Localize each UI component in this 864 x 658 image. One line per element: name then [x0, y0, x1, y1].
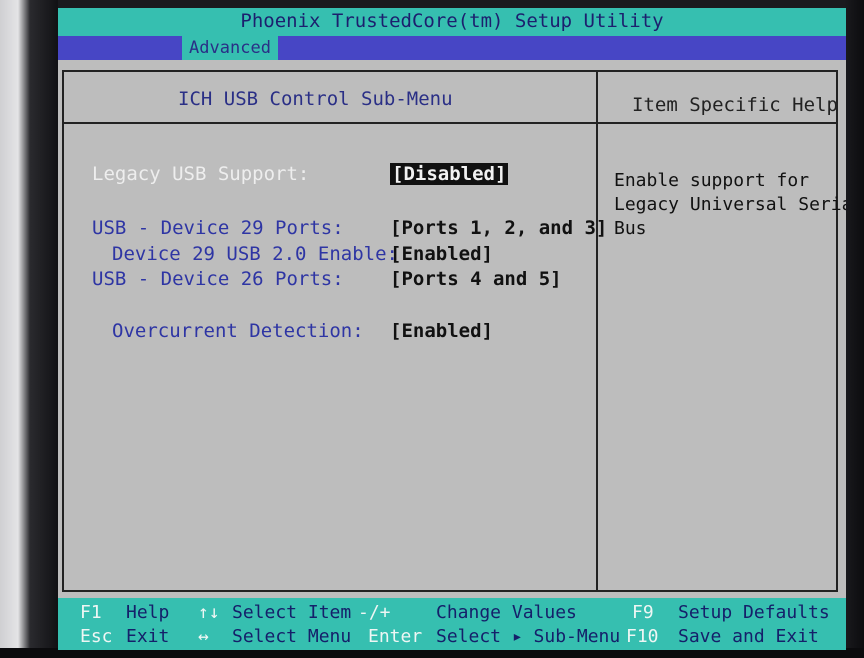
usb-device-26-ports-value[interactable]: [Ports 4 and 5] — [390, 268, 562, 290]
app-title: Phoenix TrustedCore(tm) Setup Utility — [240, 10, 664, 32]
panel-divider-vertical — [596, 70, 598, 592]
monitor-bezel-left — [0, 0, 58, 658]
legacy-usb-support-selected-value[interactable]: [Disabled] — [390, 163, 509, 185]
usb-device-29-ports-value[interactable]: [Ports 1, 2, and 3] — [390, 217, 607, 239]
enter-key: Enter — [368, 626, 423, 647]
help-title: Item Specific Help — [632, 94, 838, 116]
usb-device-26-ports-label[interactable]: USB - Device 26 Ports: — [92, 268, 344, 290]
overcurrent-detection-value[interactable]: [Enabled] — [390, 320, 493, 342]
submenu-title: ICH USB Control Sub-Menu — [178, 88, 453, 110]
legacy-usb-support-value[interactable]: [Disabled] — [390, 163, 509, 185]
setup-defaults-key-label: Setup Defaults — [678, 602, 830, 623]
device-29-usb2-enable-label[interactable]: Device 29 USB 2.0 Enable: — [112, 243, 398, 265]
overcurrent-detection-label[interactable]: Overcurrent Detection: — [112, 320, 364, 342]
menu-bar: Advanced — [58, 36, 846, 60]
help-text-line: Enable support for — [614, 170, 810, 191]
save-and-exit-key-label: Save and Exit — [678, 626, 819, 647]
help-text-line: Bus — [614, 218, 647, 239]
bios-screen: Phoenix TrustedCore(tm) Setup Utility Ad… — [58, 8, 846, 650]
panel-divider-horizontal — [62, 122, 838, 124]
f9-key: F9 — [632, 602, 654, 623]
title-bar: Phoenix TrustedCore(tm) Setup Utility — [58, 8, 846, 36]
change-values-key-label: Change Values — [436, 602, 577, 623]
esc-key: Esc — [80, 626, 113, 647]
exit-key-label: Exit — [126, 626, 170, 647]
device-29-usb2-enable-value[interactable]: [Enabled] — [390, 243, 493, 265]
select-item-key-label: Select Item — [232, 602, 352, 623]
legacy-usb-support-label[interactable]: Legacy USB Support: — [92, 163, 309, 185]
help-text-line: Legacy Universal Serial — [614, 194, 846, 215]
select-menu-key-label: Select Menu — [232, 626, 352, 647]
minus-plus-key: -/+ — [358, 602, 391, 623]
key-legend-footer: F1 Help ↑↓ Select Item -/+ Change Values… — [58, 598, 846, 650]
help-key-label: Help — [126, 602, 170, 623]
monitor-bezel-right — [844, 0, 864, 658]
up-down-arrows-icon: ↑↓ — [198, 602, 220, 623]
f1-key: F1 — [80, 602, 102, 623]
f10-key: F10 — [626, 626, 659, 647]
tab-advanced[interactable]: Advanced — [182, 36, 278, 60]
select-submenu-key-label: Select ▸ Sub-Menu — [436, 626, 621, 647]
left-right-arrows-icon: ↔ — [198, 626, 209, 647]
usb-device-29-ports-label[interactable]: USB - Device 29 Ports: — [92, 217, 344, 239]
